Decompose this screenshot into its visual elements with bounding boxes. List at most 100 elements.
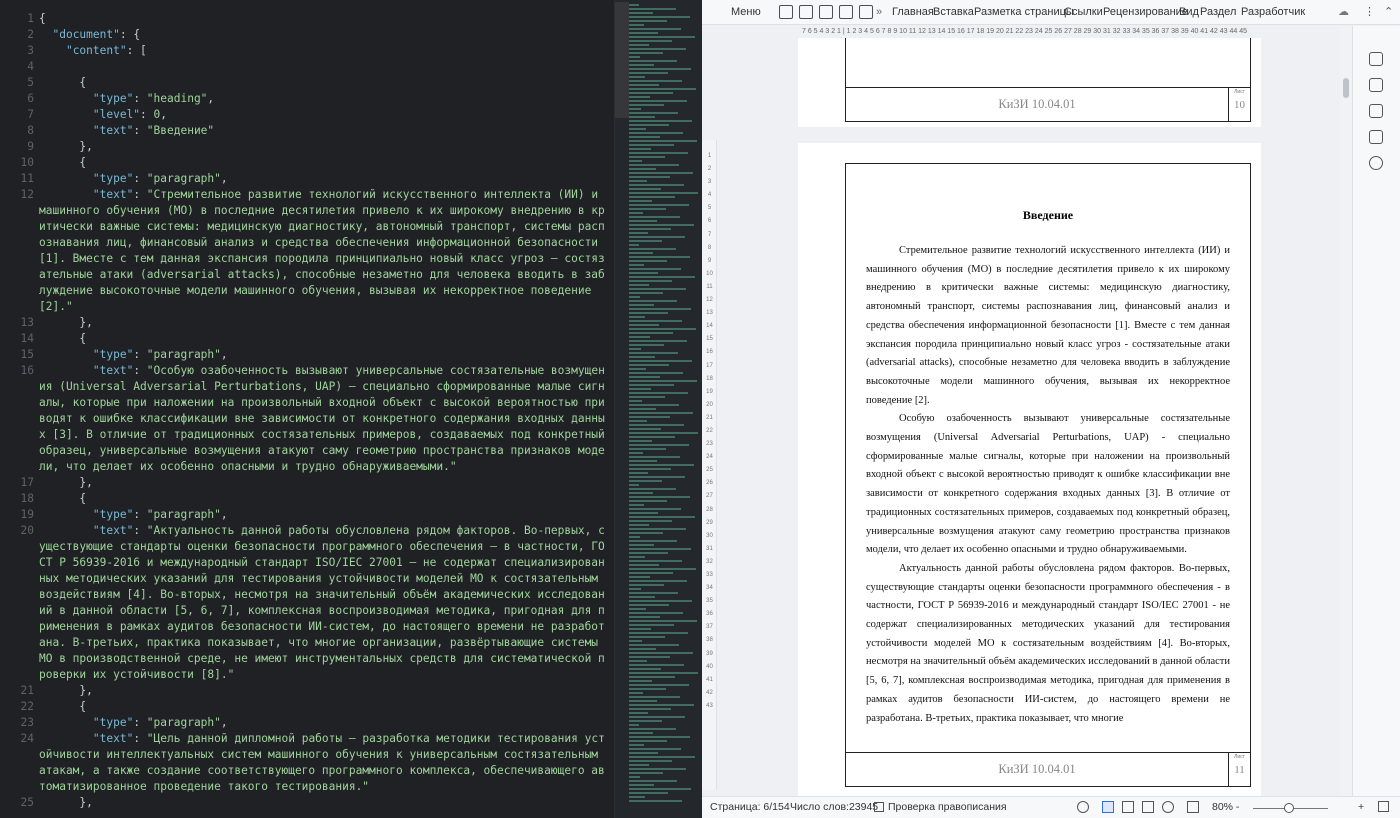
minimap-line [629, 648, 656, 650]
collapse-ribbon-icon[interactable]: ⌃ [1382, 5, 1395, 20]
code-line[interactable]: "text": "Стремительное развитие технолог… [39, 187, 607, 315]
zoom-slider-thumb[interactable] [1284, 803, 1294, 813]
tab-developer[interactable]: Разработчик [1239, 5, 1307, 20]
code-line[interactable]: "type": "heading", [39, 91, 607, 107]
menu-button[interactable]: Меню [729, 5, 763, 20]
ruler-tick: 23 [706, 441, 713, 448]
ruler-tick: 30 [706, 532, 713, 539]
minimap-line [629, 520, 672, 522]
minimap-line [629, 88, 696, 90]
code-line[interactable]: }, [39, 795, 607, 811]
code-line[interactable]: }, [39, 683, 607, 699]
code-line[interactable]: }, [39, 315, 607, 331]
minimap-line [629, 100, 687, 102]
minimap-line [629, 440, 652, 442]
minimap-line [629, 628, 651, 630]
code-line[interactable]: { [39, 699, 607, 715]
ruler-tick: 31 [706, 545, 713, 552]
save-icon[interactable] [799, 5, 813, 19]
code-line[interactable]: "text": "Введение" [39, 123, 607, 139]
minimap-line [629, 576, 650, 578]
code-line[interactable]: "type": "paragraph", [39, 171, 607, 187]
fullscreen-icon[interactable] [1378, 801, 1389, 812]
tab-section[interactable]: Раздел [1198, 5, 1238, 20]
minimap-line [629, 216, 680, 218]
scrollbar-thumb[interactable] [1343, 78, 1349, 98]
spellcheck-toggle[interactable]: Проверка правописания [888, 801, 1007, 813]
document-scrollbar[interactable] [1340, 26, 1352, 796]
line-number: 7 [27, 108, 34, 121]
tab-insert[interactable]: Вставка [931, 5, 976, 20]
code-line[interactable]: "text": "Цель данной дипломной работы — … [39, 731, 607, 795]
ruler-tick: 11 [706, 283, 713, 290]
minimap-line [629, 368, 646, 370]
document-paragraph-1: Стремительное развитие технологий искусс… [866, 245, 1230, 406]
minimap-line [629, 460, 657, 462]
document-page-current[interactable]: Введение Стремительное развитие технолог… [798, 143, 1261, 803]
code-line[interactable]: }, [39, 139, 607, 155]
minimap[interactable] [614, 0, 702, 818]
open-file-icon[interactable] [779, 5, 793, 19]
code-line[interactable]: "text": "Особую озабоченность вызывают у… [39, 363, 607, 475]
code-line[interactable]: { [39, 491, 607, 507]
code-line[interactable]: "type": "paragraph", [39, 347, 607, 363]
spellcheck-icon[interactable] [874, 802, 884, 812]
web-view-icon[interactable] [1162, 801, 1174, 813]
code-editor-pane[interactable]: 1 2 3 4 5 6 7 8 9 10 11 12 13 14 15 16 17 18 19 20 21 22 23 24 2… [0, 0, 702, 818]
more-options-icon[interactable]: ⋮ [1362, 5, 1377, 20]
outline-view-icon[interactable] [1122, 801, 1134, 813]
code-line[interactable]: "document": { [39, 27, 607, 43]
reading-view-icon[interactable] [1142, 801, 1154, 813]
vertical-ruler[interactable]: 1 2 3 4 5 6 7 8 9 10 11 12 13 14 15 16 17 18 19 20 21 22 23 24 2… [702, 140, 717, 790]
tab-page-layout[interactable]: Разметка страницы [972, 5, 1076, 20]
minimap-line [629, 340, 687, 342]
code-line[interactable]: { [39, 155, 607, 171]
code-line[interactable]: "type": "paragraph", [39, 507, 607, 523]
zoom-level[interactable]: 80% - [1212, 801, 1239, 813]
document-page-previous[interactable]: КиЗИ 10.04.01 Лист 10 [798, 38, 1261, 127]
code-line[interactable]: "level": 0, [39, 107, 607, 123]
code-line[interactable] [39, 59, 607, 75]
minimap-line [629, 20, 667, 22]
word-count[interactable]: Число слов:23945 [790, 801, 878, 813]
code-line[interactable]: { [39, 331, 607, 347]
code-line[interactable]: { [39, 11, 607, 27]
code-line[interactable]: { [39, 75, 607, 91]
settings-sliders-icon[interactable] [1369, 130, 1383, 144]
minimap-viewport[interactable] [615, 2, 629, 118]
tab-home[interactable]: Главная [890, 5, 936, 20]
zoom-in-icon[interactable]: + [1358, 801, 1364, 813]
code-line[interactable]: "type": "paragraph", [39, 715, 607, 731]
lock-icon[interactable] [1369, 104, 1383, 118]
eye-icon[interactable] [1077, 801, 1089, 813]
page-view-icon[interactable] [1102, 801, 1114, 813]
code-line[interactable]: "content": [ [39, 43, 607, 59]
fit-page-icon[interactable] [1187, 801, 1199, 813]
code-line[interactable]: "text": "Актуальность данной работы обус… [39, 523, 607, 683]
horizontal-ruler[interactable]: 7 6 5 4 3 2 1 | 1 2 3 4 5 6 7 8 9 10 11 … [802, 26, 1332, 38]
pen-icon[interactable] [1369, 52, 1383, 66]
code-text-area[interactable]: { "document": { "content": [ { "type": "… [39, 11, 607, 811]
tab-references[interactable]: Ссылки [1062, 5, 1105, 20]
select-cursor-icon[interactable] [1369, 78, 1383, 92]
minimap-line [629, 348, 641, 350]
ruler-tick: 33 [706, 572, 713, 578]
export-icon[interactable] [819, 5, 833, 19]
line-number: 22 [20, 700, 34, 713]
minimap-line [629, 676, 675, 678]
code-line[interactable]: }, [39, 475, 607, 491]
history-icon[interactable] [1369, 156, 1383, 170]
minimap-line [629, 324, 659, 326]
document-body[interactable]: Стремительное развитие технологий искусс… [866, 242, 1230, 732]
more-tools-icon[interactable]: » [874, 5, 884, 20]
minimap-line [629, 16, 690, 18]
minimap-line [629, 580, 687, 582]
print-preview-icon[interactable] [859, 5, 873, 19]
minimap-line [629, 428, 661, 430]
cloud-icon[interactable]: ☁ [1336, 5, 1351, 20]
minimap-line [629, 700, 657, 702]
print-icon[interactable] [839, 5, 853, 19]
page-counter[interactable]: Страница: 6/154 [710, 801, 790, 813]
minimap-line [629, 616, 660, 618]
minimap-line [629, 696, 680, 698]
